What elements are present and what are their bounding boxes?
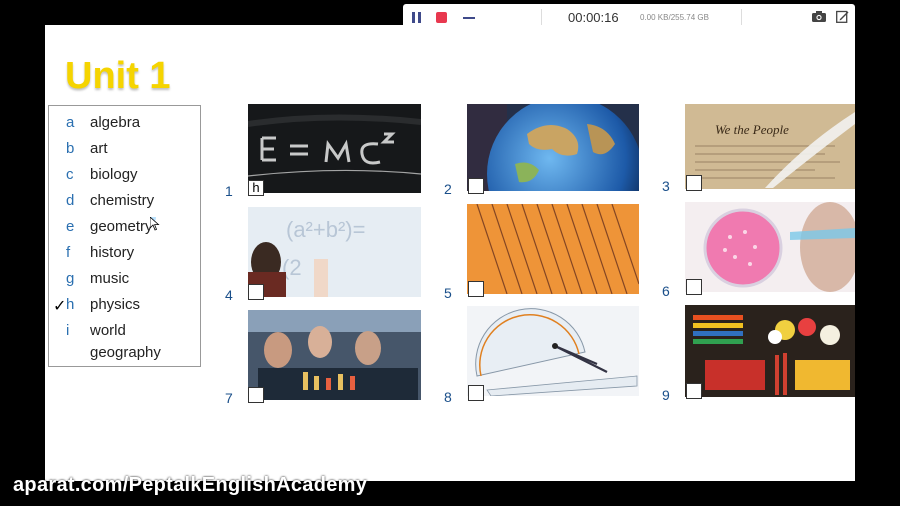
minimize-icon[interactable] <box>463 17 475 19</box>
photo-sheet-music <box>467 204 639 294</box>
item-letter: h <box>66 296 75 313</box>
check-mark: ✓ <box>53 298 67 315</box>
answer-box[interactable] <box>468 281 484 297</box>
photo-physics-chalkboard <box>248 104 421 193</box>
answer-box[interactable] <box>468 178 484 194</box>
item-letter: b <box>66 140 75 157</box>
item-letter: i <box>66 322 70 339</box>
photo-geometry-tools <box>467 306 639 396</box>
photo-art-supplies <box>685 305 855 397</box>
svg-text:(a²+b²)=: (a²+b²)= <box>286 217 365 242</box>
edit-icon[interactable] <box>836 10 849 23</box>
toolbar-divider <box>741 9 742 26</box>
photo-number: 3 <box>662 178 670 194</box>
photo-number: 6 <box>662 283 670 299</box>
answer-box[interactable] <box>468 385 484 401</box>
item-letter: e <box>66 218 75 235</box>
storage-readout: 0.00 KB/255.74 GB <box>640 13 709 22</box>
photo-number: 5 <box>444 285 452 301</box>
photo-number: 2 <box>444 181 452 197</box>
item-letter: d <box>66 192 75 209</box>
answer-box[interactable] <box>686 383 702 399</box>
item-word: history <box>90 244 135 261</box>
item-letter: f <box>66 244 71 261</box>
photo-number: 4 <box>225 287 233 303</box>
answer-box[interactable] <box>686 175 702 191</box>
item-word: physics <box>90 296 141 313</box>
item-letter: a <box>66 114 75 131</box>
item-word: chemistry <box>90 192 155 209</box>
vocabulary-list: a algebra b art c biology d chemistry e … <box>48 105 201 367</box>
photo-history-document: We the People <box>685 104 855 189</box>
item-word: world <box>90 322 126 339</box>
answer-box[interactable]: h <box>248 180 264 196</box>
answer-box[interactable] <box>248 387 264 403</box>
mouse-cursor-icon <box>150 217 160 231</box>
toolbar-divider <box>541 9 542 26</box>
item-word: art <box>90 140 108 157</box>
item-word: music <box>90 270 130 287</box>
slide-title: Unit 1 <box>65 55 171 97</box>
photo-number: 1 <box>225 183 233 199</box>
item-letter: g <box>66 270 75 287</box>
item-word: algebra <box>90 114 141 131</box>
photo-number: 7 <box>225 390 233 406</box>
watermark: aparat.com/PeptalkEnglishAcademy <box>13 474 368 496</box>
item-word: geometry <box>90 218 153 235</box>
photo-globe <box>467 104 639 191</box>
item-word: biology <box>90 166 138 183</box>
photo-number: 9 <box>662 387 670 403</box>
photo-chemistry-lab <box>248 310 421 400</box>
camera-icon[interactable] <box>812 11 826 22</box>
svg-text:We the People: We the People <box>715 122 789 137</box>
recording-timer: 00:00:16 <box>568 10 619 25</box>
stop-icon[interactable] <box>436 12 447 23</box>
answer-box[interactable] <box>248 284 264 300</box>
answer-box[interactable] <box>686 279 702 295</box>
photo-algebra-whiteboard: (a²+b²)= (2 <box>248 207 421 297</box>
item-letter: c <box>66 166 74 183</box>
pause-icon[interactable] <box>412 12 422 23</box>
photo-biology-petri-dish <box>685 202 855 292</box>
item-word-continued: geography <box>90 344 161 361</box>
photo-number: 8 <box>444 389 452 405</box>
